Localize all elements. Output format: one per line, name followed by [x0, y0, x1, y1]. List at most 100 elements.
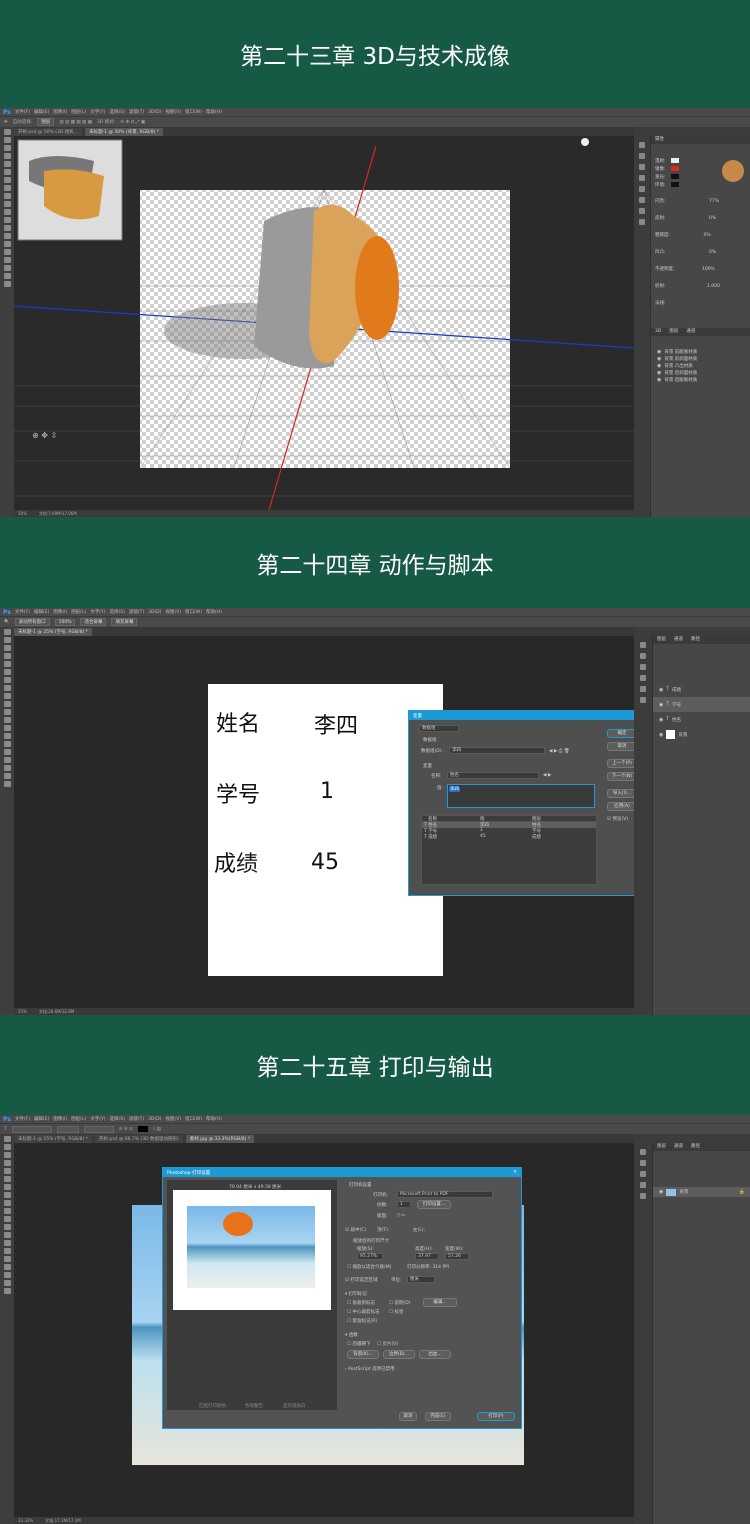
cancel-button[interactable]: 取消	[399, 1412, 417, 1421]
canvas-area[interactable]: 姓名 李四 学号 1 成绩 45 变量✕ 数据组 数据组 数据组(D): 李四 …	[14, 636, 645, 1008]
3d-nav-icons[interactable]: ⊕ ✥ ⇳	[32, 431, 57, 440]
panel-icon-5[interactable]	[639, 186, 645, 192]
close-icon[interactable]	[581, 138, 589, 146]
panel-icon-6[interactable]	[640, 697, 646, 703]
path-select-icon[interactable]	[3, 257, 11, 263]
import-button[interactable]: 导入(I)...	[607, 789, 637, 798]
canvas-area[interactable]: ⊕ ✥ ⇳	[14, 136, 634, 510]
zoom-tool-icon[interactable]	[3, 281, 11, 287]
prop-row-rough[interactable]: 粗糙度: 0%	[655, 232, 711, 238]
eye-icon[interactable]: ◉	[657, 363, 661, 369]
print-area-checkbox[interactable]: ☑ 打印选定区域	[345, 1277, 377, 1283]
layer-item[interactable]: ◉ T 姓名	[653, 712, 750, 727]
crop-tool-icon[interactable]	[3, 661, 11, 667]
prev-button[interactable]: 上一个(P)	[607, 759, 637, 768]
dodge-tool-icon[interactable]	[3, 1240, 11, 1246]
font-style-dropdown[interactable]	[56, 1125, 79, 1133]
layer-item[interactable]: ◉ T 成绩	[653, 682, 750, 697]
swatch-specular[interactable]	[671, 166, 679, 171]
brush-tool-icon[interactable]	[3, 1192, 11, 1198]
stamp-tool-icon[interactable]	[3, 1200, 11, 1206]
menu-image[interactable]: 图像(I)	[53, 109, 67, 115]
tab-layers[interactable]: 图层	[657, 636, 666, 644]
move-tool-icon[interactable]	[3, 1136, 11, 1142]
history-brush-icon[interactable]	[3, 1208, 11, 1214]
tab-layers[interactable]: 图层	[669, 328, 678, 336]
menu-type[interactable]: 文字(Y)	[90, 1116, 105, 1122]
fit-screen-button[interactable]: 适合屏幕	[80, 618, 107, 626]
var-nav-icons[interactable]: ◀ ▶	[543, 773, 551, 778]
var-value-field[interactable]: 李四	[447, 784, 595, 808]
emulsion-checkbox[interactable]: ☐ 药膜朝下	[347, 1341, 370, 1347]
canvas-area[interactable]: Photoshop 打印设置 ✕ 70.04 厘米 x 49.58 厘米 匹配打印…	[14, 1143, 634, 1517]
menu-filter[interactable]: 滤镜(T)	[129, 109, 144, 115]
menu-edit[interactable]: 编辑(E)	[34, 109, 49, 115]
data-set-select[interactable]: 李四	[449, 747, 545, 754]
brush-tool-icon[interactable]	[3, 185, 11, 191]
tab-doc-3[interactable]: 素材.jpg @ 33.3%(RGB/8) *	[185, 1135, 255, 1143]
menu-select[interactable]: 选择(S)	[109, 109, 124, 115]
menu-file[interactable]: 文件(F)	[15, 109, 30, 115]
center-checkbox[interactable]: ☑ 居中(C)	[345, 1227, 366, 1233]
eyedropper-tool-icon[interactable]	[3, 169, 11, 175]
menu-3d[interactable]: 3D(D)	[148, 1117, 161, 1122]
eyedropper-tool-icon[interactable]	[3, 669, 11, 675]
swatch-ambient[interactable]	[671, 182, 679, 187]
menu-help[interactable]: 帮助(H)	[206, 1116, 222, 1122]
menu-select[interactable]: 选择(S)	[109, 1116, 124, 1122]
eraser-tool-icon[interactable]	[3, 1216, 11, 1222]
prop-row-normal[interactable]: 法线:	[655, 300, 666, 306]
3d-layer-item[interactable]: ◉ 背景 凸出材质	[651, 362, 750, 369]
menu-layer[interactable]: 图层(L)	[71, 1116, 86, 1122]
menu-file[interactable]: 文件(F)	[15, 609, 30, 615]
stamp-tool-icon[interactable]	[3, 193, 11, 199]
hand-tool-icon[interactable]	[3, 773, 11, 779]
registration-checkbox[interactable]: ☐ 套准标记(R)	[347, 1318, 377, 1324]
menu-filter[interactable]: 滤镜(T)	[129, 1116, 144, 1122]
close-icon[interactable]: ✕	[513, 1170, 517, 1175]
panel-icon-2[interactable]	[640, 653, 646, 659]
center-marks-checkbox[interactable]: ☐ 中心裁剪标志	[347, 1309, 379, 1315]
tab-channels[interactable]: 通道	[686, 328, 695, 336]
corner-marks-checkbox[interactable]: ☐ 角裁剪标志	[347, 1300, 375, 1306]
panel-icon-3[interactable]	[640, 1171, 646, 1177]
tab-doc-1[interactable]: 未标题-1 @ 25% (学号, RGB/8) *	[14, 1135, 92, 1143]
shape-tool-icon[interactable]	[3, 765, 11, 771]
menu-window[interactable]: 窗口(W)	[185, 609, 202, 615]
panel-icon-1[interactable]	[640, 1149, 646, 1155]
menu-filter[interactable]: 滤镜(T)	[129, 609, 144, 615]
3d-mode-icons[interactable]: ⟲ ✥ ⇄ ⤢ ▣	[120, 119, 145, 125]
auto-select-label[interactable]: 自动选择:	[13, 119, 33, 125]
font-size-dropdown[interactable]	[83, 1125, 114, 1133]
marquee-tool-icon[interactable]	[3, 1144, 11, 1150]
zoom-100-button[interactable]: 100%	[54, 618, 76, 626]
font-dropdown[interactable]	[11, 1125, 52, 1133]
pen-tool-icon[interactable]	[3, 1248, 11, 1254]
prop-row-reflect[interactable]: 反射: 0%	[655, 215, 716, 221]
eye-icon[interactable]: ◉	[659, 1189, 663, 1195]
type-tool-icon[interactable]	[3, 249, 11, 255]
crop-tool-icon[interactable]	[3, 161, 11, 167]
panel-icon-6[interactable]	[639, 197, 645, 203]
move-tool-icon[interactable]: ✥	[4, 120, 8, 125]
marquee-tool-icon[interactable]	[3, 137, 11, 143]
menu-3d[interactable]: 3D(D)	[148, 610, 161, 615]
panel-icon-4[interactable]	[640, 675, 646, 681]
menu-layer[interactable]: 图层(L)	[71, 109, 86, 115]
quick-select-tool-icon[interactable]	[3, 153, 11, 159]
eye-icon[interactable]: ◉	[659, 717, 663, 723]
height-field[interactable]: 37.97	[415, 1253, 439, 1260]
tab-channels[interactable]: 通道	[674, 1143, 683, 1151]
print-settings-button[interactable]: 打印设置...	[417, 1200, 451, 1209]
stamp-tool-icon[interactable]	[3, 693, 11, 699]
quick-select-tool-icon[interactable]	[3, 653, 11, 659]
warp-icon[interactable]: ⌇ ▤	[153, 1127, 161, 1132]
var-name-select[interactable]: 姓名	[447, 772, 539, 779]
prop-row-opacity[interactable]: 不透明度: 100%	[655, 266, 715, 272]
menu-type[interactable]: 文字(Y)	[90, 609, 105, 615]
panel-icon-1[interactable]	[640, 642, 646, 648]
layer-item[interactable]: ◉ 背景 🔒	[653, 1187, 750, 1197]
menu-help[interactable]: 帮助(H)	[206, 109, 222, 115]
menu-edit[interactable]: 编辑(E)	[34, 1116, 49, 1122]
pen-tool-icon[interactable]	[3, 741, 11, 747]
